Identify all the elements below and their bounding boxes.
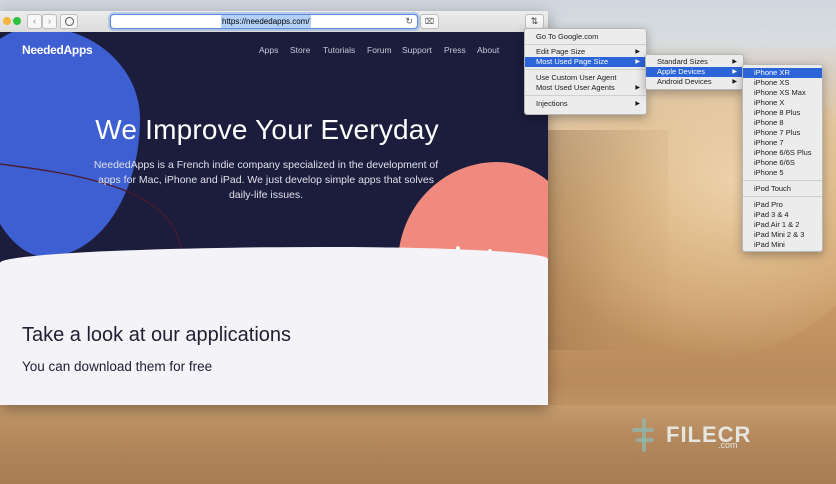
submenu-arrow-icon: ▶ (732, 69, 737, 75)
chevron-left-icon: ‹ (33, 16, 36, 26)
site-logo[interactable]: NeededApps (22, 43, 93, 57)
section-title: Take a look at our applications (22, 324, 292, 346)
menu-separator (525, 44, 646, 45)
menu-separator (743, 196, 822, 197)
menu-item-iphone-x[interactable]: iPhone X (743, 98, 822, 108)
address-bar[interactable]: https://neededapps.com/ ↻ (110, 14, 418, 29)
hero-title: We Improve Your Everyday (95, 114, 439, 145)
nav-tutorials[interactable]: Tutorials (323, 45, 355, 55)
browser-toolbar: ‹ › https://neededapps.com/ ↻ ⌧ ⇅ (0, 11, 548, 33)
menu-item-most-used-user-agents[interactable]: Most Used User Agents ▶ (525, 83, 646, 93)
menu-item-ipad-air-1-2[interactable]: iPad Air 1 & 2 (743, 220, 822, 230)
menu-item-ipod-touch[interactable]: iPod Touch (743, 184, 822, 194)
menu-item-edit-page-size[interactable]: Edit Page Size ▶ (525, 47, 646, 57)
window-zoom-button[interactable] (13, 17, 21, 25)
menu-item-iphone-xs[interactable]: iPhone XS (743, 78, 822, 88)
menu-item-android-devices[interactable]: Android Devices ▶ (646, 77, 743, 87)
menu-item-label: Most Used Page Size (536, 57, 609, 66)
menu-item-iphone-xs-max[interactable]: iPhone XS Max (743, 88, 822, 98)
extension-button[interactable]: ⇅ (525, 14, 544, 29)
menu-item-go-to-google[interactable]: Go To Google.com (525, 32, 646, 42)
menu-separator (525, 69, 646, 70)
menu-item-label: Injections (536, 99, 568, 108)
forward-button[interactable]: › (42, 14, 57, 29)
hero-subtitle: NeededApps is a French indie company spe… (93, 159, 439, 201)
nav-store[interactable]: Store (290, 45, 310, 55)
nav-press[interactable]: Press (444, 45, 466, 55)
menu-item-most-used-page-size[interactable]: Most Used Page Size ▶ (525, 57, 646, 67)
menu-item-iphone-6-6s-plus[interactable]: iPhone 6/6S Plus (743, 148, 822, 158)
apple-devices-submenu: iPhone XR iPhone XS iPhone XS Max iPhone… (742, 64, 823, 252)
url-text[interactable]: https://neededapps.com/ (221, 15, 311, 28)
window-close-button[interactable] (3, 17, 11, 25)
nav-about[interactable]: About (477, 45, 499, 55)
menu-item-use-custom-user-agent[interactable]: Use Custom User Agent (525, 73, 646, 83)
menu-item-label: Use Custom User Agent (536, 73, 617, 82)
menu-item-iphone-5[interactable]: iPhone 5 (743, 168, 822, 178)
section-subtitle: You can download them for free (22, 359, 213, 374)
menu-item-apple-devices[interactable]: Apple Devices ▶ (646, 67, 743, 77)
nav-apps[interactable]: Apps (259, 45, 278, 55)
menu-item-label: Apple Devices (657, 67, 705, 76)
camera-icon: ⌧ (424, 17, 435, 26)
reload-icon[interactable]: ↻ (405, 15, 413, 28)
page-size-submenu: Standard Sizes ▶ Apple Devices ▶ Android D… (645, 54, 744, 90)
menu-item-injections[interactable]: Injections ▶ (525, 99, 646, 109)
watermark-suffix: .com (718, 440, 738, 450)
chevron-right-icon: › (48, 16, 51, 26)
menu-item-label: Edit Page Size (536, 47, 586, 56)
submenu-arrow-icon: ▶ (635, 49, 640, 55)
submenu-arrow-icon: ▶ (635, 59, 640, 65)
menu-item-label: Go To Google.com (536, 32, 599, 41)
menu-item-iphone-8[interactable]: iPhone 8 (743, 118, 822, 128)
menu-item-ipad-mini[interactable]: iPad Mini (743, 240, 822, 250)
menu-item-ipad-mini-2-3[interactable]: iPad Mini 2 & 3 (743, 230, 822, 240)
menu-item-standard-sizes[interactable]: Standard Sizes ▶ (646, 57, 743, 67)
submenu-arrow-icon: ▶ (732, 79, 737, 85)
menu-item-label: Most Used User Agents (536, 83, 615, 92)
menu-separator (743, 180, 822, 181)
menu-item-label: Android Devices (657, 77, 712, 86)
extension-menu: Go To Google.com Edit Page Size ▶ Most Us… (524, 28, 647, 115)
menu-item-iphone-7-plus[interactable]: iPhone 7 Plus (743, 128, 822, 138)
extension-icon: ⇅ (530, 16, 539, 26)
nav-support[interactable]: Support (402, 45, 432, 55)
menu-item-iphone-8-plus[interactable]: iPhone 8 Plus (743, 108, 822, 118)
submenu-arrow-icon: ▶ (732, 59, 737, 65)
menu-item-iphone-6-6s[interactable]: iPhone 6/6S (743, 158, 822, 168)
menu-item-iphone-xr[interactable]: iPhone XR (743, 68, 822, 78)
nav-forum[interactable]: Forum (367, 45, 392, 55)
browser-window: ‹ › https://neededapps.com/ ↻ ⌧ ⇅ Needed (0, 11, 548, 405)
compass-button[interactable] (60, 14, 78, 29)
menu-item-ipad-pro[interactable]: iPad Pro (743, 200, 822, 210)
submenu-arrow-icon: ▶ (635, 85, 640, 91)
screenshot-button[interactable]: ⌧ (420, 14, 439, 29)
menu-item-ipad-3-4[interactable]: iPad 3 & 4 (743, 210, 822, 220)
submenu-arrow-icon: ▶ (635, 101, 640, 107)
wave-divider (0, 247, 548, 287)
hero-section (0, 32, 548, 282)
dune-shadow (548, 130, 668, 350)
hero-line-decoration (0, 163, 183, 282)
menu-item-label: Standard Sizes (657, 57, 708, 66)
back-button[interactable]: ‹ (27, 14, 42, 29)
menu-separator (525, 95, 646, 96)
watermark-text: FILECR (666, 422, 752, 447)
menu-item-iphone-7[interactable]: iPhone 7 (743, 138, 822, 148)
filecr-logo-icon (632, 418, 660, 452)
watermark: FILECR .com (632, 418, 751, 452)
compass-icon (64, 17, 74, 26)
